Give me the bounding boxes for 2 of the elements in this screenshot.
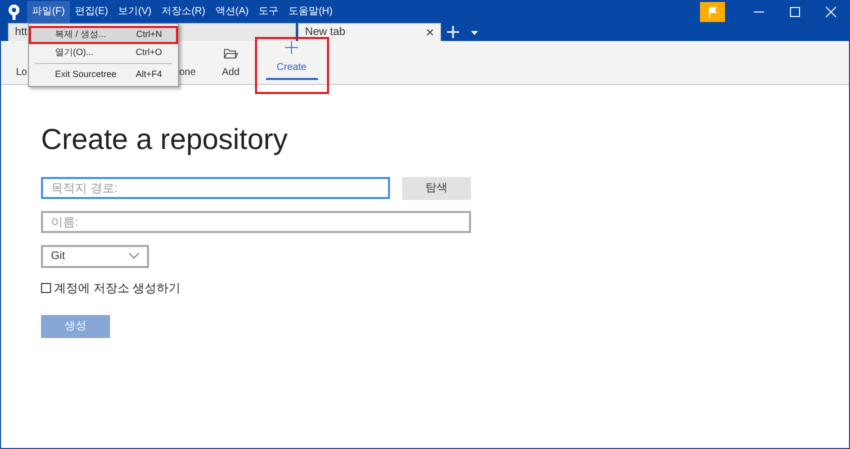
- checkbox-label: 계정에 저장소 생성하기: [54, 280, 181, 296]
- page-title: Create a repository: [41, 123, 289, 158]
